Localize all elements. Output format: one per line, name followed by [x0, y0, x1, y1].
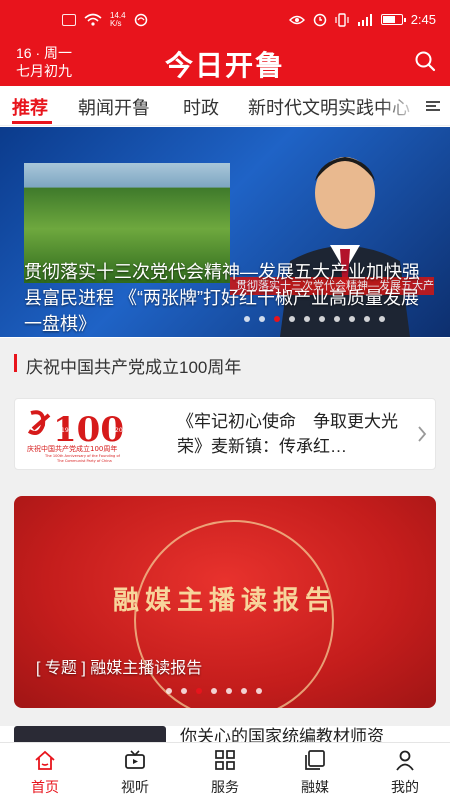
signal-icon: [357, 13, 372, 26]
pagination-dot[interactable]: [379, 316, 385, 322]
search-icon[interactable]: [414, 50, 436, 72]
channel-tabs: 推荐 朝闻开鲁 时政 新时代文明实践中心: [0, 86, 450, 126]
app-notification-icon: [134, 13, 147, 27]
nav-media-label: 融媒: [301, 779, 329, 795]
active-tab-indicator: [12, 121, 52, 124]
pagination-dot[interactable]: [211, 688, 217, 694]
banner-pagination: [166, 688, 262, 694]
alarm-icon: [313, 13, 326, 26]
nav-services[interactable]: 服务: [180, 749, 270, 797]
section-title: 庆祝中国共产党成立100周年: [26, 358, 242, 377]
section-accent-bar: [14, 354, 17, 372]
eye-icon: [288, 15, 305, 24]
party-100-anniversary-logo: 100 1921 2021 庆祝中国共产党成立100周年 The 100th A…: [27, 410, 130, 463]
pagination-dot[interactable]: [244, 316, 250, 322]
pagination-dot[interactable]: [259, 316, 265, 322]
network-speed-unit: K/s: [110, 19, 122, 28]
feature-card-wrap: 100 1921 2021 庆祝中国共产党成立100周年 The 100th A…: [0, 386, 450, 482]
network-speed: 14.4 K/s: [110, 12, 126, 28]
nav-video[interactable]: 视听: [90, 749, 180, 797]
nav-video-label: 视听: [121, 779, 149, 795]
pagination-dot-active[interactable]: [274, 316, 280, 322]
feature-card-title[interactable]: 《牢记初心使命 争取更大光荣》麦新镇：传承红…: [177, 409, 409, 459]
app-logo: 今日开鲁: [164, 49, 285, 82]
tab-fade-overlay: [380, 86, 420, 126]
wifi-icon: [84, 13, 102, 26]
media-icon: [305, 750, 325, 770]
badge-year-start: 1921: [61, 427, 76, 434]
tab-politics[interactable]: 时政: [183, 94, 219, 120]
pagination-dot[interactable]: [334, 316, 340, 322]
pagination-dot[interactable]: [319, 316, 325, 322]
app-header: 14.4 K/s 2:45 16 · 周一 七月初九 今日开鲁: [0, 0, 450, 86]
pagination-dot-active[interactable]: [196, 688, 202, 694]
topic-banner[interactable]: 融媒主播读报告 [ 专题 ] 融媒主播读报告: [14, 496, 436, 708]
banner-headline: 融媒主播读报告: [112, 586, 337, 616]
pagination-dot[interactable]: [256, 688, 262, 694]
badge-caption-en-2: The Communist Party of China: [56, 459, 112, 463]
battery-icon: [380, 14, 406, 25]
nav-media[interactable]: 融媒: [270, 749, 360, 797]
status-bar: 14.4 K/s 2:45: [0, 0, 450, 40]
grid-icon: [215, 750, 235, 770]
pagination-dot[interactable]: [181, 688, 187, 694]
pagination-dot[interactable]: [364, 316, 370, 322]
vibrate-icon: [335, 12, 349, 27]
badge-year-end: 2021: [115, 427, 130, 434]
tab-morning-news[interactable]: 朝闻开鲁: [78, 94, 150, 120]
pagination-dot[interactable]: [349, 316, 355, 322]
pagination-dot[interactable]: [289, 316, 295, 322]
home-icon: [35, 750, 55, 770]
chevron-right-icon[interactable]: [417, 425, 427, 443]
pagination-dot[interactable]: [166, 688, 172, 694]
hero-pagination: [244, 316, 385, 322]
feature-card[interactable]: 100 1921 2021 庆祝中国共产党成立100周年 The 100th A…: [14, 398, 436, 470]
nav-home[interactable]: 首页: [0, 749, 90, 797]
pagination-dot[interactable]: [226, 688, 232, 694]
pagination-dot[interactable]: [304, 316, 310, 322]
banner-caption[interactable]: [ 专题 ] 融媒主播读报告: [36, 654, 202, 678]
channel-menu-icon[interactable]: [424, 98, 442, 114]
tv-icon: [125, 750, 145, 769]
badge-caption-cn: 庆祝中国共产党成立100周年: [27, 444, 117, 453]
status-time: 2:45: [410, 12, 436, 27]
nav-home-label: 首页: [31, 779, 59, 795]
badge-caption-en-1: The 100th Anniversary of the Founding of: [44, 454, 121, 458]
nav-services-label: 服务: [211, 779, 239, 795]
hero-caption[interactable]: 贯彻落实十三次党代会精神—发展五大产业加快强县富民进程 《“两张牌”打好红干椒产…: [24, 259, 434, 337]
sim-card-icon: [62, 14, 76, 26]
user-icon: [396, 750, 414, 771]
pagination-dot[interactable]: [241, 688, 247, 694]
hero-carousel[interactable]: 贯彻落实十三次党代会精神—发展五大产业 加快强县富民进程 贯彻落实十三次党代会精…: [0, 127, 450, 337]
section-header: 庆祝中国共产党成立100周年: [0, 338, 450, 386]
nav-profile-label: 我的: [391, 779, 419, 795]
nav-profile[interactable]: 我的: [360, 749, 450, 797]
tab-recommend[interactable]: 推荐: [12, 94, 48, 120]
bottom-navigation: 首页 视听 服务 融媒 我的: [0, 742, 450, 800]
